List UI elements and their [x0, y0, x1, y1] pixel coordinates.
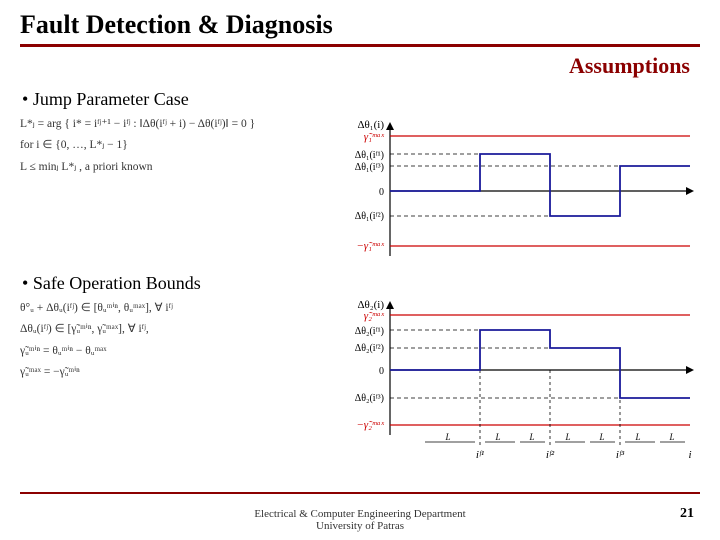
section-1: L*ⱼ = arg { i* = iᶠʲ⁺¹ − iᶠʲ : ‖Δθ(iᶠʲ +… [20, 116, 700, 271]
equations-block-2: θ°ᵤ + Δθᵤ(iᶠʲ) ∈ [θᵤᵐⁱⁿ, θᵤᵐᵃˣ], ∀ iᶠʲ Δ… [20, 300, 320, 480]
footer-text: Electrical & Computer Engineering Depart… [0, 508, 720, 532]
tick-neg-gamma1max: −γ̃₁ᵐᵃˣ [356, 240, 385, 252]
slide-container: Fault Detection & Diagnosis Assumptions … [0, 0, 720, 540]
bullet-safe-bounds: Safe Operation Bounds [20, 273, 700, 294]
equation-gamma-max: γ̃ᵤᵐᵃˣ = −γ̃ᵤᵐⁱⁿ [20, 364, 320, 381]
tick-zero2: 0 [379, 366, 384, 377]
chart-theta2: Δθ₂(i) γ̃₂ᵐᵃˣ Δθ₂(iᶠ¹) Δθ₂(iᶠ²) 0 Δθ₂(iᶠ… [320, 300, 700, 475]
equation-Lj: L*ⱼ = arg { i* = iᶠʲ⁺¹ − iᶠʲ : ‖Δθ(iᶠʲ +… [20, 116, 320, 133]
svg-text:L: L [564, 432, 570, 442]
tick-zero1: 0 [379, 187, 384, 198]
xtick-if2: iᶠ² [546, 449, 555, 461]
footer-line2: University of Patras [316, 520, 404, 532]
bullet-jump-parameter: Jump Parameter Case [20, 89, 700, 110]
svg-text:L: L [668, 432, 674, 442]
page-number: 21 [680, 506, 694, 522]
equation-for-i: for i ∈ {0, …, L*ⱼ − 1} [20, 137, 320, 154]
tick-dth2-f2: Δθ₂(iᶠ²) [355, 343, 384, 354]
svg-text:L: L [598, 432, 604, 442]
tick-gamma1max: γ̃₁ᵐᵃˣ [364, 131, 385, 143]
chart-2-container: Δθ₂(i) γ̃₂ᵐᵃˣ Δθ₂(iᶠ¹) Δθ₂(iᶠ²) 0 Δθ₂(iᶠ… [320, 300, 700, 480]
tick-dth2-f1: Δθ₂(iᶠ¹) [355, 326, 384, 337]
title-underline [20, 44, 700, 47]
equation-theta-bounds: θ°ᵤ + Δθᵤ(iᶠʲ) ∈ [θᵤᵐⁱⁿ, θᵤᵐᵃˣ], ∀ iᶠʲ [20, 300, 320, 317]
tick-dth1-f2: Δθ₁(iᶠ²) [355, 211, 384, 222]
chart-1-container: Δθ₁(i) γ̃₁ᵐᵃˣ Δθ₁(iᶠ¹) Δθ₁(iᶠ³) 0 Δθ₁(iᶠ… [320, 116, 700, 271]
footer-line1: Electrical & Computer Engineering Depart… [254, 508, 465, 520]
chart-theta1: Δθ₁(i) γ̃₁ᵐᵃˣ Δθ₁(iᶠ¹) Δθ₁(iᶠ³) 0 Δθ₁(iᶠ… [320, 116, 700, 266]
tick-gamma2max: γ̃₂ᵐᵃˣ [364, 310, 385, 322]
equation-gamma-min: γ̃ᵤᵐⁱⁿ = θᵤᵐⁱⁿ − θᵤᵐᵃˣ [20, 343, 320, 360]
svg-text:L: L [528, 432, 534, 442]
svg-text:L: L [494, 432, 500, 442]
page-title: Fault Detection & Diagnosis [20, 10, 700, 44]
xtick-if3: iᶠ³ [616, 449, 625, 461]
equations-block-1: L*ⱼ = arg { i* = iᶠʲ⁺¹ − iᶠʲ : ‖Δθ(iᶠʲ +… [20, 116, 320, 271]
section-2: θ°ᵤ + Δθᵤ(iᶠʲ) ∈ [θᵤᵐⁱⁿ, θᵤᵐᵃˣ], ∀ iᶠʲ Δ… [20, 300, 700, 480]
footer-rule [20, 492, 700, 494]
xtick-i: i [688, 449, 691, 461]
tick-dth1-f3: Δθ₁(iᶠ³) [355, 162, 384, 173]
interval-labels: L L L L L L L [444, 432, 674, 442]
equation-dtheta-bounds: Δθᵤ(iᶠʲ) ∈ [γ̃ᵤᵐⁱⁿ, γ̃ᵤᵐᵃˣ], ∀ iᶠʲ, [20, 321, 320, 338]
tick-dth1-f1: Δθ₁(iᶠ¹) [355, 150, 384, 161]
svg-text:L: L [444, 432, 450, 442]
slide-subtitle: Assumptions [20, 53, 700, 79]
equation-Lmin: L ≤ minⱼ L*ⱼ , a priori known [20, 159, 320, 176]
axis-label-y1: Δθ₁(i) [357, 119, 384, 131]
tick-dth2-f3: Δθ₂(iᶠ³) [355, 393, 384, 404]
xtick-if1: iᶠ¹ [476, 449, 484, 461]
tick-neg-gamma2max: −γ̃₂ᵐᵃˣ [356, 419, 385, 431]
svg-text:L: L [634, 432, 640, 442]
